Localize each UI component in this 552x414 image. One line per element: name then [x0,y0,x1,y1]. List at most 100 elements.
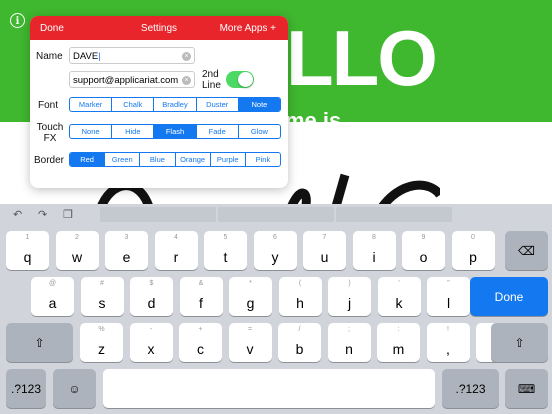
key-e-alt-label: 3 [124,234,129,241]
key-y[interactable]: 6y [253,231,297,270]
key-b-label: b [295,341,304,357]
key-p-label: p [469,249,477,265]
key-e[interactable]: 3e [105,231,148,270]
key-q[interactable]: 1q [6,231,49,270]
key-k[interactable]: ' k [377,277,421,316]
key-comma[interactable]: !, [426,323,470,362]
touchfx-option-fade[interactable]: Fade [195,125,238,138]
second-line-label: 2nd Line [202,69,221,91]
key-p[interactable]: 0p [451,231,495,270]
key-o[interactable]: 9o [402,231,445,270]
email-field[interactable]: support@applicariat.com × [69,71,195,88]
border-option-green[interactable]: Green [104,153,139,166]
key-g-label: g [246,295,255,311]
touchfx-option-none[interactable]: None [70,125,111,138]
suggestion-slot-2[interactable] [218,207,334,222]
key-i[interactable]: 8i [352,231,396,270]
key-m-label: m [392,341,405,357]
border-label: Border [34,155,65,166]
key-h[interactable]: (h [278,277,322,316]
paste-icon[interactable]: ❐ [63,208,73,221]
key-l[interactable]: " l [427,277,470,316]
font-option-note[interactable]: Note [237,98,280,111]
font-option-marker[interactable]: Marker [70,98,111,111]
key-r[interactable]: 4r [154,231,198,270]
border-option-red[interactable]: Red [70,153,105,166]
key-t[interactable]: 5t [204,231,247,270]
key-t-alt-label: 5 [223,234,228,241]
shift-left-key[interactable]: ⇧ [6,323,73,362]
key-q-alt-label: 1 [25,234,30,241]
redo-icon[interactable]: ↷ [38,208,47,221]
suggestion-slot-1[interactable] [100,207,216,222]
font-option-duster[interactable]: Duster [195,98,238,111]
key-n[interactable]: ; n [327,323,371,362]
key-i-label: i [372,249,376,265]
key-j[interactable]: ) j [328,277,371,316]
key-f-label: f [199,295,203,311]
more-apps-button[interactable]: More Apps + [220,23,276,34]
touchfx-option-glow[interactable]: Glow [237,125,280,138]
key-s[interactable]: # s [80,277,124,316]
key-e-label: e [122,249,131,265]
clear-name-icon[interactable]: × [182,52,191,61]
clear-email-icon[interactable]: × [182,76,191,85]
touchfx-option-flash[interactable]: Flash [153,125,196,138]
key-a[interactable]: @ a [31,277,74,316]
numbers-key-left-label: .?123 [10,381,42,396]
key-m[interactable]: :m [377,323,420,362]
name-field[interactable]: DAVE| × [69,47,195,64]
shift-left-key-label: ⇧ [34,335,45,350]
key-g[interactable]: * g [229,277,272,316]
border-option-purple[interactable]: Purple [209,153,245,166]
border-segmented-control: Red Green Blue Orange Purple Pink [69,152,281,167]
border-option-blue[interactable]: Blue [139,153,174,166]
settings-popover: Done Settings More Apps + Name DAVE| × s… [30,16,288,188]
key-m-alt-label: : [397,326,400,333]
key-d[interactable]: $ d [130,277,173,316]
numbers-key-left[interactable]: .?123 [6,369,46,408]
second-line-toggle[interactable] [226,71,254,88]
shift-right-key[interactable]: ⇧ [491,323,548,362]
key-x[interactable]: -x [129,323,173,362]
info-icon[interactable]: i [10,13,25,28]
emoji-key[interactable]: ☺ [53,369,96,408]
key-u-alt-label: 7 [322,234,327,241]
key-v[interactable]: = v [228,323,272,362]
key-w-label: w [71,249,83,265]
border-option-pink[interactable]: Pink [244,153,280,166]
key-i-alt-label: 8 [372,234,376,241]
key-c[interactable]: + c [179,323,222,362]
suggestion-slot-3[interactable] [336,207,452,222]
undo-icon[interactable]: ↶ [13,208,22,221]
numbers-key-right[interactable]: .?123 [442,369,499,408]
emoji-icon: ☺ [68,381,81,396]
touch-fx-label: Touch FX [36,122,64,144]
key-f[interactable]: & f [179,277,223,316]
delete-key[interactable]: ⌫ [505,231,548,270]
key-c-label: c [197,341,204,357]
key-comma-alt-label: ! [447,326,449,333]
key-t-label: t [223,249,228,265]
key-comma-label: , [446,341,450,357]
border-option-orange[interactable]: Orange [174,153,210,166]
key-w[interactable]: 2w [55,231,99,270]
key-d-label: d [147,295,156,311]
touchfx-option-hide[interactable]: Hide [111,125,153,138]
key-z[interactable]: % z [80,323,123,362]
key-v-label: v [246,341,254,357]
done-key[interactable]: Done [470,277,548,316]
space-bar[interactable] [103,369,435,408]
numbers-key-right-label: .?123 [455,381,486,396]
font-option-bradley[interactable]: Bradley [153,98,195,111]
font-option-chalk[interactable]: Chalk [111,98,153,111]
shift-right-key-label: ⇧ [514,335,525,350]
key-b[interactable]: / b [278,323,321,362]
key-j-label: j [347,295,352,311]
key-u[interactable]: 7u [303,231,346,270]
key-o-label: o [419,249,428,265]
settings-header: Done Settings More Apps + [30,16,288,40]
dismiss-keyboard-key[interactable]: ⌨ [505,369,548,408]
key-w-alt-label: 2 [75,234,79,241]
key-p-alt-label: 0 [471,234,475,241]
